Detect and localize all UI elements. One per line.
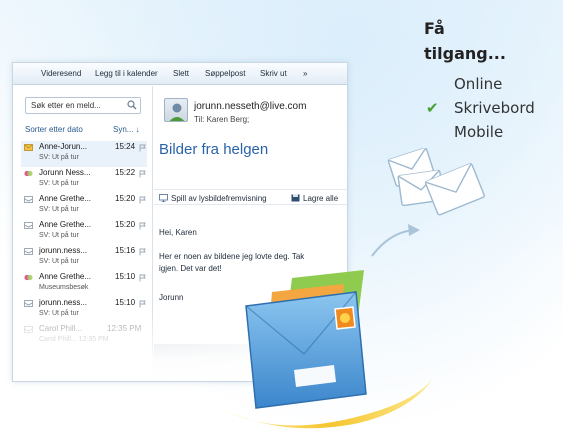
message-subject: SV: Ut på tur (39, 154, 79, 161)
list-item[interactable]: Anne Grethe... 15:20 SV: Ut på tur (21, 193, 147, 219)
greeting: Hei, Karen (159, 228, 197, 237)
list-item[interactable]: Anne Grethe... 15:10 Museumsbesøk (21, 271, 147, 297)
slideshow-icon (159, 194, 168, 202)
flag-icon[interactable] (139, 274, 146, 282)
access-promo: Få tilgang... Online ✔ Skrivebord Mobile (424, 16, 554, 144)
message-subject: SV: Ut på tur (39, 232, 79, 239)
delete-button[interactable]: Slett (173, 69, 189, 78)
list-item[interactable]: Anne Grethe... 15:20 SV: Ut på tur (21, 219, 147, 245)
promo-title: Få tilgang... (424, 19, 506, 63)
sort-by-date-button[interactable]: Sorter etter dato (25, 125, 83, 134)
message-time: 12:35 PM (107, 324, 142, 333)
list-item[interactable]: Anne-Jorun... 15:24 SV: Ut på tur (21, 141, 147, 167)
platform-desktop: ✔ Skrivebord (424, 96, 554, 120)
message-subject: Museumsbesøk (39, 284, 89, 291)
flag-icon[interactable] (139, 196, 146, 204)
search-icon[interactable] (127, 100, 137, 110)
message-title: Bilder fra helgen (159, 141, 269, 158)
flag-icon[interactable] (139, 300, 146, 308)
body-line: igjen. Det var det! (159, 264, 222, 273)
message-subject: SV: Ut på tur (39, 206, 79, 213)
platform-label: Skrivebord (454, 99, 535, 117)
avatar (164, 98, 188, 122)
message-time: 15:20 (115, 220, 136, 229)
message-sender: jorunn.ness... (39, 298, 88, 307)
envelope-open-icon (24, 222, 33, 229)
message-subject: SV: Ut på tur (39, 310, 79, 317)
envelope-open-icon (24, 300, 33, 307)
message-sender: jorunn.ness... (39, 246, 88, 255)
save-icon (291, 194, 300, 202)
add-to-calendar-button[interactable]: Legg til i kalender (95, 69, 158, 78)
message-time: 15:20 (115, 194, 136, 203)
message-subject: SV: Ut på tur (39, 258, 79, 265)
message-time: 15:10 (115, 272, 136, 281)
platform-label: Mobile (454, 123, 504, 141)
message-time: 15:22 (115, 168, 136, 177)
envelope-icon (24, 144, 33, 151)
message-time: 15:24 (115, 142, 136, 151)
message-sender: Carol Phill... (39, 324, 83, 333)
flag-icon[interactable] (139, 248, 146, 256)
forward-button[interactable]: Videresend (41, 69, 81, 78)
message-sender: Anne Grethe... (39, 272, 92, 281)
flag-icon[interactable] (139, 144, 146, 152)
message-time: 15:10 (115, 298, 136, 307)
message-sender: Jorunn Ness... (39, 168, 91, 177)
sender-address: jorunn.nesseth@live.com (194, 101, 307, 112)
search-input[interactable]: Søk etter en meld... (25, 97, 141, 114)
message-subject: SV: Ut på tur (39, 180, 79, 187)
search-placeholder: Søk etter en meld... (31, 101, 101, 110)
checkmark-icon: ✔ (426, 99, 439, 117)
message-subject: Carol Phill... 12:35 PM (39, 336, 109, 343)
junk-button[interactable]: Søppelpost (205, 69, 245, 78)
save-all-button[interactable]: Lagre alle (303, 194, 338, 203)
arrow-icon (371, 224, 420, 257)
list-item[interactable]: jorunn.ness... 15:16 SV: Ut på tur (21, 245, 147, 271)
flag-icon[interactable] (139, 170, 146, 178)
list-item[interactable]: jorunn.ness... 15:10 SV: Ut på tur (21, 297, 147, 323)
more-button[interactable]: » (303, 69, 307, 78)
sync-button[interactable]: Syn... ↓ (113, 125, 140, 134)
attachment-actions: Spill av lysbildefremvisning Lagre alle (154, 189, 347, 205)
flag-icon[interactable] (139, 222, 146, 230)
signature: Jorunn (159, 293, 184, 302)
toolbar: Videresend Legg til i kalender Slett Søp… (13, 63, 347, 85)
windows-live-mail-logo (224, 270, 432, 429)
sort-row: Sorter etter dato Syn... ↓ (25, 125, 140, 134)
message-list: Søk etter en meld... Sorter etter dato S… (13, 86, 153, 381)
list-item[interactable]: Carol Phill... 12:35 PM Carol Phill... 1… (21, 323, 147, 349)
envelope-open-icon (24, 196, 33, 203)
message-sender: Anne-Jorun... (39, 142, 88, 151)
print-button[interactable]: Skriv ut (260, 69, 287, 78)
messenger-icon (24, 170, 33, 177)
person-icon (169, 103, 185, 121)
message-sender: Anne Grethe... (39, 220, 92, 229)
envelope-open-icon (24, 248, 33, 255)
messenger-icon (24, 274, 33, 281)
message-time: 15:16 (115, 246, 136, 255)
platform-label: Online (454, 75, 503, 93)
platform-online: Online (424, 72, 554, 96)
message-sender: Anne Grethe... (39, 194, 92, 203)
platform-mobile: Mobile (424, 120, 554, 144)
play-slideshow-button[interactable]: Spill av lysbildefremvisning (171, 194, 267, 203)
envelope-open-icon (24, 326, 33, 333)
recipient-line: Til: Karen Berg; (194, 115, 250, 124)
list-item[interactable]: Jorunn Ness... 15:22 SV: Ut på tur (21, 167, 147, 193)
